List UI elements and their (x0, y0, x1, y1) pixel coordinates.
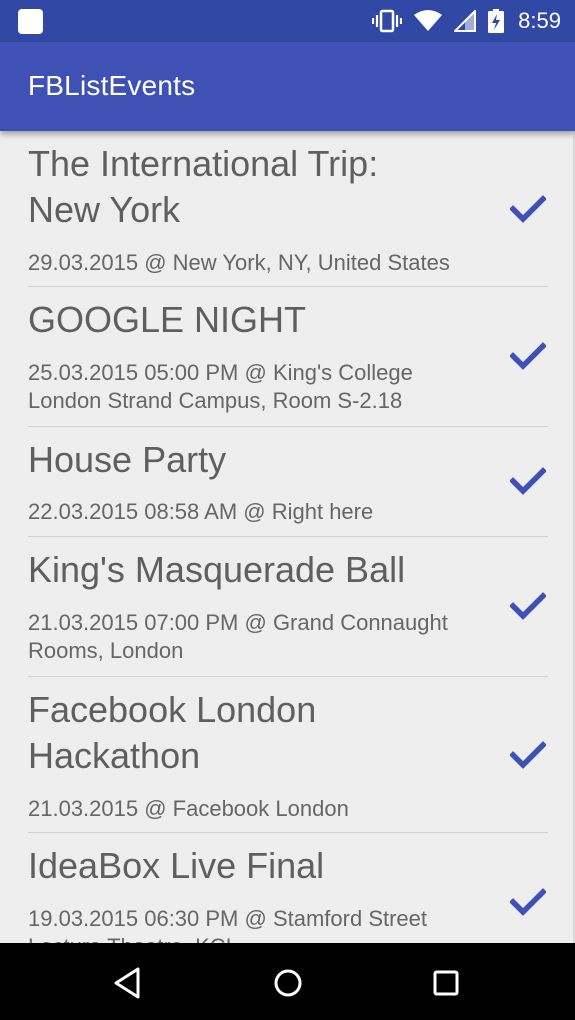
event-title-line: IdeaBox Live Final (28, 845, 325, 886)
checkmark-icon[interactable] (510, 888, 546, 916)
event-detail-line: 21.03.2015 @ Facebook London (28, 796, 349, 821)
events-list[interactable]: The International Trip: New York 29.03.2… (0, 131, 575, 943)
event-detail-line: 25.03.2015 05:00 PM @ King's College (28, 360, 413, 385)
app-title: FBListEvents (28, 70, 196, 101)
app-notification-icon (18, 9, 43, 34)
home-icon[interactable] (268, 963, 308, 1003)
signal-icon (454, 10, 477, 32)
divider (28, 676, 548, 677)
event-title: GOOGLE NIGHT (28, 297, 306, 343)
event-detail-line: London Strand Campus, Room S-2.18 (28, 388, 403, 413)
event-item[interactable]: IdeaBox Live Final 19.03.2015 06:30 PM @… (28, 843, 548, 943)
event-item[interactable]: GOOGLE NIGHT 25.03.2015 05:00 PM @ King'… (28, 297, 548, 427)
screen: 8:59 FBListEvents The International Trip… (0, 0, 575, 1020)
event-detail-line: 22.03.2015 08:58 AM @ Right here (28, 499, 374, 524)
checkmark-icon[interactable] (510, 342, 546, 370)
event-title: House Party (28, 437, 226, 483)
back-icon[interactable] (108, 963, 148, 1003)
event-detail: 25.03.2015 05:00 PM @ King's College Lon… (28, 359, 413, 415)
divider (28, 426, 548, 427)
checkmark-icon[interactable] (510, 195, 546, 223)
event-detail-line: Lecture Theatre, KCL (28, 933, 427, 943)
event-title: IdeaBox Live Final (28, 843, 324, 889)
event-item[interactable]: The International Trip: New York 29.03.2… (28, 141, 548, 287)
app-bar: FBListEvents (0, 42, 575, 131)
event-title-line: New York (28, 189, 181, 230)
checkmark-icon[interactable] (510, 592, 546, 620)
event-detail-line: Rooms, London (28, 638, 184, 663)
event-detail: 21.03.2015 07:00 PM @ Grand Connaught Ro… (28, 609, 448, 665)
event-title: Facebook London Hackathon (28, 687, 316, 779)
wifi-icon (414, 10, 443, 32)
event-title-line: The International Trip: (28, 143, 379, 184)
event-title-line: House Party (28, 439, 227, 480)
status-time: 8:59 (518, 8, 561, 33)
event-detail-line: 19.03.2015 06:30 PM @ Stamford Street (28, 906, 428, 931)
navigation-bar (0, 943, 575, 1020)
event-detail: 21.03.2015 @ Facebook London (28, 795, 349, 823)
event-title-line: Hackathon (28, 735, 201, 776)
divider (28, 536, 548, 537)
vibrate-icon (372, 9, 403, 33)
event-item[interactable]: House Party 22.03.2015 08:58 AM @ Right … (28, 437, 548, 537)
event-detail: 22.03.2015 08:58 AM @ Right here (28, 498, 373, 526)
event-detail: 29.03.2015 @ New York, NY, United States (28, 249, 450, 277)
event-item[interactable]: King's Masquerade Ball 21.03.2015 07:00 … (28, 547, 548, 677)
recents-icon[interactable] (426, 963, 466, 1003)
divider (28, 832, 548, 833)
event-title: King's Masquerade Ball (28, 547, 405, 593)
event-title-line: Facebook London (28, 689, 317, 730)
checkmark-icon[interactable] (510, 741, 546, 769)
event-title-line: King's Masquerade Ball (28, 549, 406, 590)
divider (28, 286, 548, 287)
event-detail: 19.03.2015 06:30 PM @ Stamford Street Le… (28, 905, 427, 943)
status-bar: 8:59 (0, 0, 575, 42)
checkmark-icon[interactable] (510, 467, 546, 495)
event-item[interactable]: Facebook London Hackathon 21.03.2015 @ F… (28, 687, 548, 833)
event-title-line: GOOGLE NIGHT (28, 299, 307, 340)
event-detail-line: 29.03.2015 @ New York, NY, United States (28, 250, 450, 275)
event-detail-line: 21.03.2015 07:00 PM @ Grand Connaught (28, 610, 448, 635)
event-title: The International Trip: New York (28, 141, 378, 233)
battery-charging-icon (488, 9, 505, 33)
status-icons: 8:59 (372, 0, 561, 42)
